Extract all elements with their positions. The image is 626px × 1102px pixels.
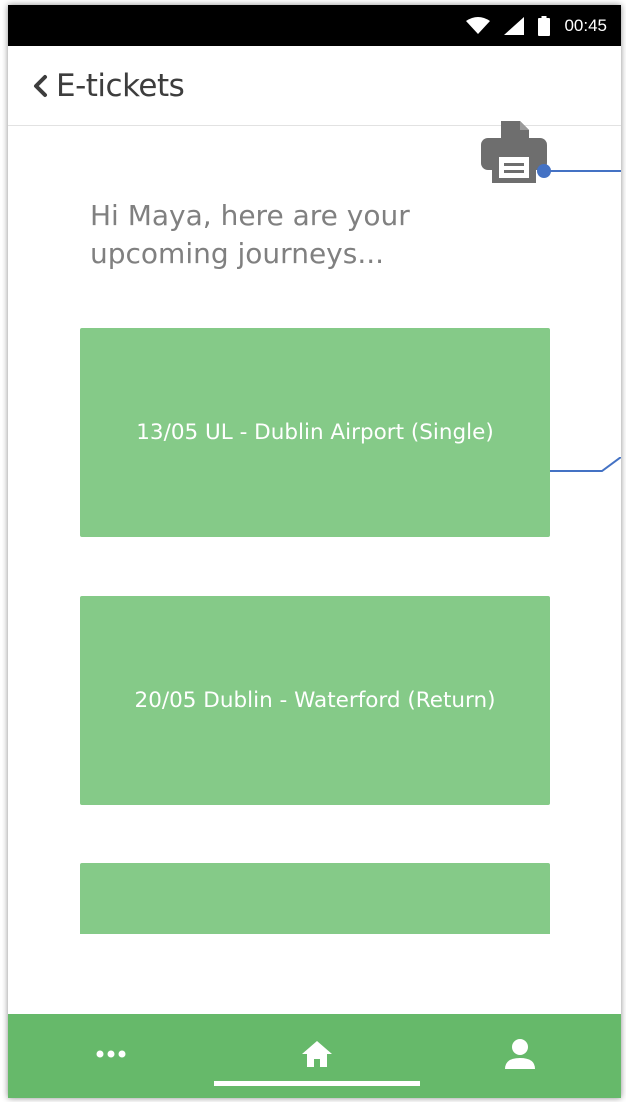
printer-icon[interactable] [480, 117, 548, 185]
back-button[interactable]: E-tickets [32, 66, 185, 106]
wifi-icon [466, 16, 491, 34]
home-icon[interactable] [301, 1040, 333, 1068]
active-tab-indicator [214, 1081, 420, 1086]
ticket-label: 20/05 Dublin - Waterford (Return) [134, 688, 496, 713]
nav-profile-button[interactable] [460, 1014, 580, 1094]
profile-icon[interactable] [505, 1038, 535, 1070]
ticket-card[interactable]: 13/05 UL - Dublin Airport (Single) [80, 328, 550, 537]
chevron-left-icon[interactable] [32, 74, 48, 98]
page-title: E-tickets [56, 68, 185, 104]
more-icon[interactable] [96, 1050, 126, 1058]
annotation-connector-print [537, 164, 621, 178]
ticket-label: 13/05 UL - Dublin Airport (Single) [136, 420, 494, 445]
ticket-card[interactable] [80, 863, 550, 934]
battery-icon [538, 15, 551, 36]
print-button[interactable] [480, 117, 548, 185]
ticket-card[interactable]: 20/05 Dublin - Waterford (Return) [80, 596, 550, 805]
phone-screen: 00:45 E-tickets Hi Maya, here are your u… [8, 5, 621, 1098]
app-bar: E-tickets [8, 46, 621, 126]
greeting-text: Hi Maya, here are your upcoming journeys… [90, 199, 410, 270]
nav-more-button[interactable] [51, 1014, 171, 1094]
status-time: 00:45 [564, 15, 607, 35]
status-bar: 00:45 [8, 5, 621, 46]
signal-icon [504, 16, 525, 35]
status-icons: 00:45 [466, 5, 607, 46]
